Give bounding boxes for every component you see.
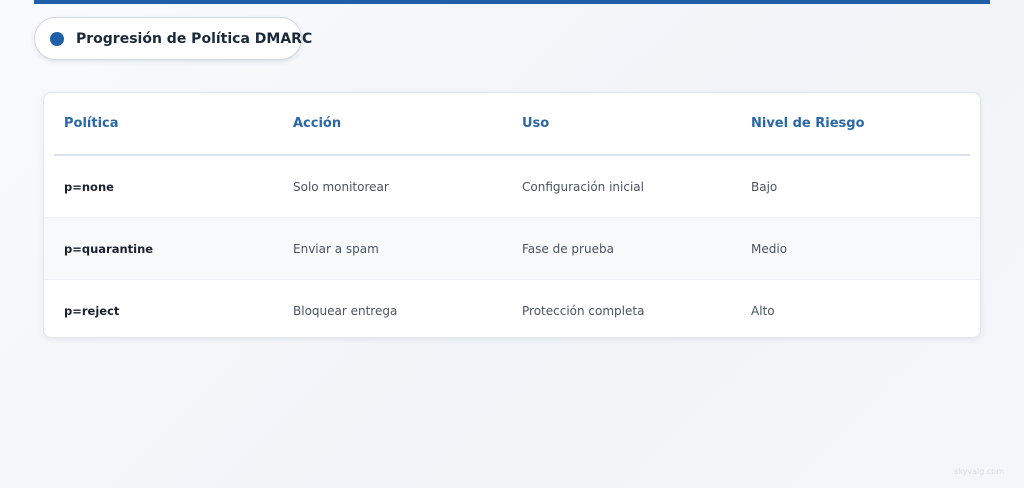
page-title: Progresión de Política DMARC — [76, 30, 313, 47]
column-header-usage: Uso — [522, 116, 550, 131]
top-accent-bar — [34, 0, 990, 4]
action-cell: Enviar a spam — [293, 241, 379, 256]
policy-table: Política Acción Uso Nivel de Riesgo p=no… — [43, 92, 981, 338]
policy-cell: p=reject — [64, 303, 120, 318]
column-header-risk-level: Nivel de Riesgo — [751, 116, 865, 131]
table-header: Política Acción Uso Nivel de Riesgo — [54, 93, 970, 156]
usage-cell: Protección completa — [522, 303, 645, 318]
action-cell: Solo monitorear — [293, 179, 389, 194]
column-header-policy: Política — [64, 116, 119, 131]
bullet-dot-icon — [50, 31, 64, 46]
column-header-action: Acción — [293, 116, 342, 131]
table-row: p=quarantine Enviar a spam Fase de prueb… — [44, 217, 980, 279]
action-cell: Bloquear entrega — [293, 303, 398, 318]
policy-cell: p=none — [64, 179, 114, 194]
risk-cell: Alto — [751, 303, 775, 318]
risk-cell: Bajo — [751, 179, 778, 194]
page-title-badge: Progresión de Política DMARC — [34, 17, 312, 60]
table-row: p=none Solo monitorear Configuración ini… — [44, 156, 980, 217]
usage-cell: Fase de prueba — [522, 241, 614, 256]
risk-cell: Medio — [751, 241, 788, 256]
table-row: p=reject Bloquear entrega Protección com… — [44, 279, 980, 337]
watermark: skyvalg.com — [954, 467, 1004, 476]
usage-cell: Configuración inicial — [522, 179, 644, 194]
policy-cell: p=quarantine — [64, 241, 154, 256]
